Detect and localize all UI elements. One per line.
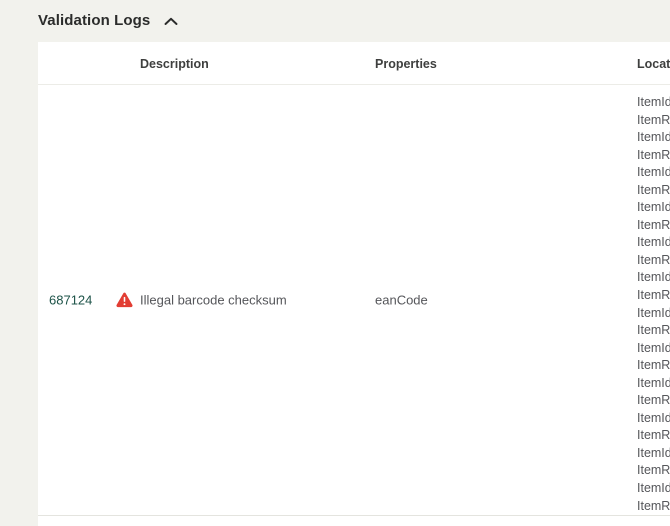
table-row-partial bbox=[38, 516, 670, 526]
location-line: ItemId bbox=[637, 235, 670, 250]
chevron-up-icon[interactable] bbox=[164, 17, 178, 26]
location-line: ItemRe bbox=[637, 358, 670, 373]
table-row: 687124 Illegal barcode checksum eanCode … bbox=[38, 85, 670, 516]
location-line: ItemId bbox=[637, 445, 670, 460]
table-header-row: Description Properties Location bbox=[38, 42, 670, 85]
column-header-location: Location bbox=[637, 56, 670, 71]
log-description: Illegal barcode checksum bbox=[140, 292, 287, 308]
column-header-description: Description bbox=[140, 56, 209, 71]
warning-triangle-icon bbox=[116, 292, 133, 308]
log-id-cell: 687124 bbox=[49, 293, 133, 308]
location-line: ItemRe bbox=[637, 498, 670, 513]
validation-logs-table: Description Properties Location 687124 I… bbox=[38, 42, 670, 526]
location-line: ItemId bbox=[637, 200, 670, 215]
location-line: ItemId bbox=[637, 95, 670, 109]
location-line: ItemRe bbox=[637, 147, 670, 162]
location-line: ItemRe bbox=[637, 393, 670, 408]
location-line: ItemRe bbox=[637, 288, 670, 303]
location-line: ItemId bbox=[637, 340, 670, 355]
panel-title: Validation Logs bbox=[38, 12, 151, 29]
location-line: ItemRe bbox=[637, 112, 670, 127]
column-header-properties: Properties bbox=[375, 56, 437, 71]
validation-logs-page: Validation Logs Description Properties L… bbox=[0, 0, 670, 526]
location-line: ItemRe bbox=[637, 217, 670, 232]
location-line: ItemId bbox=[637, 481, 670, 496]
validation-logs-collapse-header[interactable]: Validation Logs bbox=[38, 12, 178, 29]
log-properties: eanCode bbox=[375, 292, 428, 308]
location-line: ItemRe bbox=[637, 323, 670, 338]
location-line: ItemRe bbox=[637, 182, 670, 197]
location-line: ItemId bbox=[637, 410, 670, 425]
location-line: ItemId bbox=[637, 305, 670, 320]
location-line: ItemId bbox=[637, 270, 670, 285]
log-location-cell: ItemId ItemRe ItemId ItemRe ItemId ItemRe Item… bbox=[637, 85, 670, 515]
location-line: ItemId bbox=[637, 130, 670, 145]
location-line: ItemId bbox=[637, 375, 670, 390]
location-line: ItemRe bbox=[637, 252, 670, 267]
location-line: ItemRe bbox=[637, 428, 670, 443]
location-line: ItemRe bbox=[637, 463, 670, 478]
log-id-link[interactable]: 687124 bbox=[49, 293, 92, 308]
location-line: ItemId bbox=[637, 165, 670, 180]
